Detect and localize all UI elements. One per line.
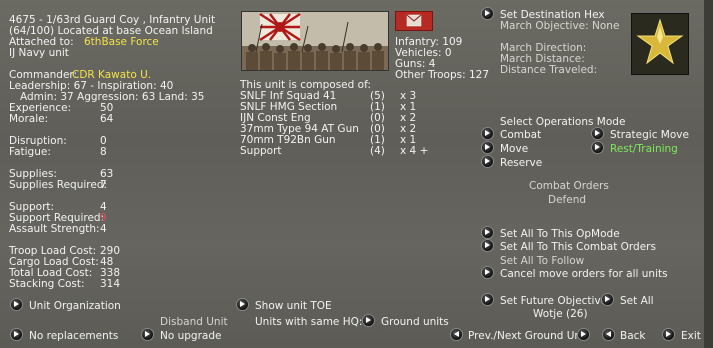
stat-value: 4 bbox=[100, 223, 107, 235]
stat-value: 314 bbox=[100, 278, 121, 290]
set-all-follow-label: Set All To Follow bbox=[500, 255, 585, 267]
opmode-header: Select Operations Mode bbox=[500, 116, 626, 128]
same-hq-label: Units with same HQ: bbox=[255, 316, 363, 328]
stat-value: 64 bbox=[100, 113, 114, 125]
composition-item[interactable]: Support bbox=[240, 146, 282, 157]
stat-label: Assault Strength: bbox=[9, 223, 100, 235]
distance-traveled: Distance Traveled: bbox=[500, 64, 598, 76]
show-toe-label[interactable]: Show unit TOE bbox=[255, 301, 332, 312]
rank-badge bbox=[631, 13, 689, 75]
gold-star-icon bbox=[636, 18, 684, 65]
exit-label[interactable]: Exit bbox=[681, 331, 701, 342]
stat-label: Morale: bbox=[9, 113, 49, 125]
composition-ready: (4) bbox=[370, 145, 385, 157]
replacements-button[interactable] bbox=[11, 329, 22, 340]
reserve-mode-button[interactable] bbox=[482, 156, 493, 167]
troops-other: Other Troops: 127 bbox=[395, 69, 490, 81]
set-future-objective-label[interactable]: Set Future Objective bbox=[500, 296, 607, 307]
strategic-move-button[interactable] bbox=[592, 128, 603, 139]
stat-value: 8 bbox=[100, 146, 107, 158]
strategic-move-label[interactable]: Strategic Move bbox=[610, 130, 689, 141]
next-unit-button[interactable] bbox=[578, 329, 589, 340]
rest-training-button[interactable] bbox=[592, 142, 603, 153]
upgrade-label[interactable]: No upgrade bbox=[160, 331, 221, 342]
exit-button[interactable] bbox=[663, 329, 674, 340]
combat-mode-label[interactable]: Combat bbox=[500, 130, 541, 141]
ground-units-label[interactable]: Ground units bbox=[381, 317, 449, 328]
rest-training-label[interactable]: Rest/Training bbox=[610, 144, 678, 155]
unit-organization-button[interactable] bbox=[11, 299, 22, 310]
show-toe-button[interactable] bbox=[237, 299, 248, 310]
envelope-icon bbox=[406, 14, 422, 27]
combat-mode-button[interactable] bbox=[482, 128, 493, 139]
set-all-combat-button[interactable] bbox=[482, 240, 493, 251]
march-objective: March Objective: None bbox=[500, 20, 620, 32]
stat-value: 7 bbox=[100, 179, 107, 191]
prev-unit-button[interactable] bbox=[451, 329, 462, 340]
move-mode-button[interactable] bbox=[482, 142, 493, 153]
combat-orders-header: Combat Orders bbox=[529, 180, 609, 192]
unit-type: IJ Navy unit bbox=[9, 47, 69, 59]
unit-organization-label[interactable]: Unit Organization bbox=[29, 301, 121, 312]
window-edge bbox=[704, 0, 713, 348]
replacements-label[interactable]: No replacements bbox=[29, 331, 118, 342]
set-all-future-button[interactable] bbox=[602, 294, 613, 305]
stat-label: Supplies Required: bbox=[9, 179, 108, 191]
unit-photo bbox=[241, 11, 389, 71]
set-all-future-label[interactable]: Set All bbox=[620, 296, 654, 307]
back-button[interactable] bbox=[603, 329, 614, 340]
stat-label: Fatigue: bbox=[9, 146, 51, 158]
ground-units-button[interactable] bbox=[363, 315, 374, 326]
upgrade-button[interactable] bbox=[142, 329, 153, 340]
disband-unit-label: Disband Unit bbox=[160, 316, 228, 328]
future-objective-value: Wotje (26) bbox=[533, 308, 588, 320]
unit-photo-image bbox=[242, 12, 388, 70]
composition-count: x 4 + bbox=[400, 145, 429, 157]
stat-label: Stacking Cost: bbox=[9, 278, 85, 290]
set-all-combat-label[interactable]: Set All To This Combat Orders bbox=[500, 242, 656, 253]
cancel-move-label[interactable]: Cancel move orders for all units bbox=[500, 269, 668, 280]
set-future-objective-button[interactable] bbox=[482, 294, 493, 305]
back-label[interactable]: Back bbox=[620, 331, 646, 342]
reserve-mode-label[interactable]: Reserve bbox=[500, 158, 542, 169]
combat-orders-value[interactable]: Defend bbox=[548, 195, 586, 206]
attached-hq-link[interactable]: 6thBase Force bbox=[84, 37, 159, 48]
mail-icon[interactable] bbox=[395, 11, 433, 31]
set-all-opmode-button[interactable] bbox=[482, 227, 493, 238]
prev-next-label: Prev./Next Ground Unit bbox=[468, 330, 589, 342]
cancel-move-button[interactable] bbox=[482, 267, 493, 278]
unit-detail-panel: 4675 - 1/63rd Guard Coy , Infantry Unit … bbox=[0, 0, 713, 348]
set-all-opmode-label[interactable]: Set All To This OpMode bbox=[500, 229, 620, 240]
set-destination-button[interactable] bbox=[482, 8, 493, 19]
move-mode-label[interactable]: Move bbox=[500, 144, 528, 155]
